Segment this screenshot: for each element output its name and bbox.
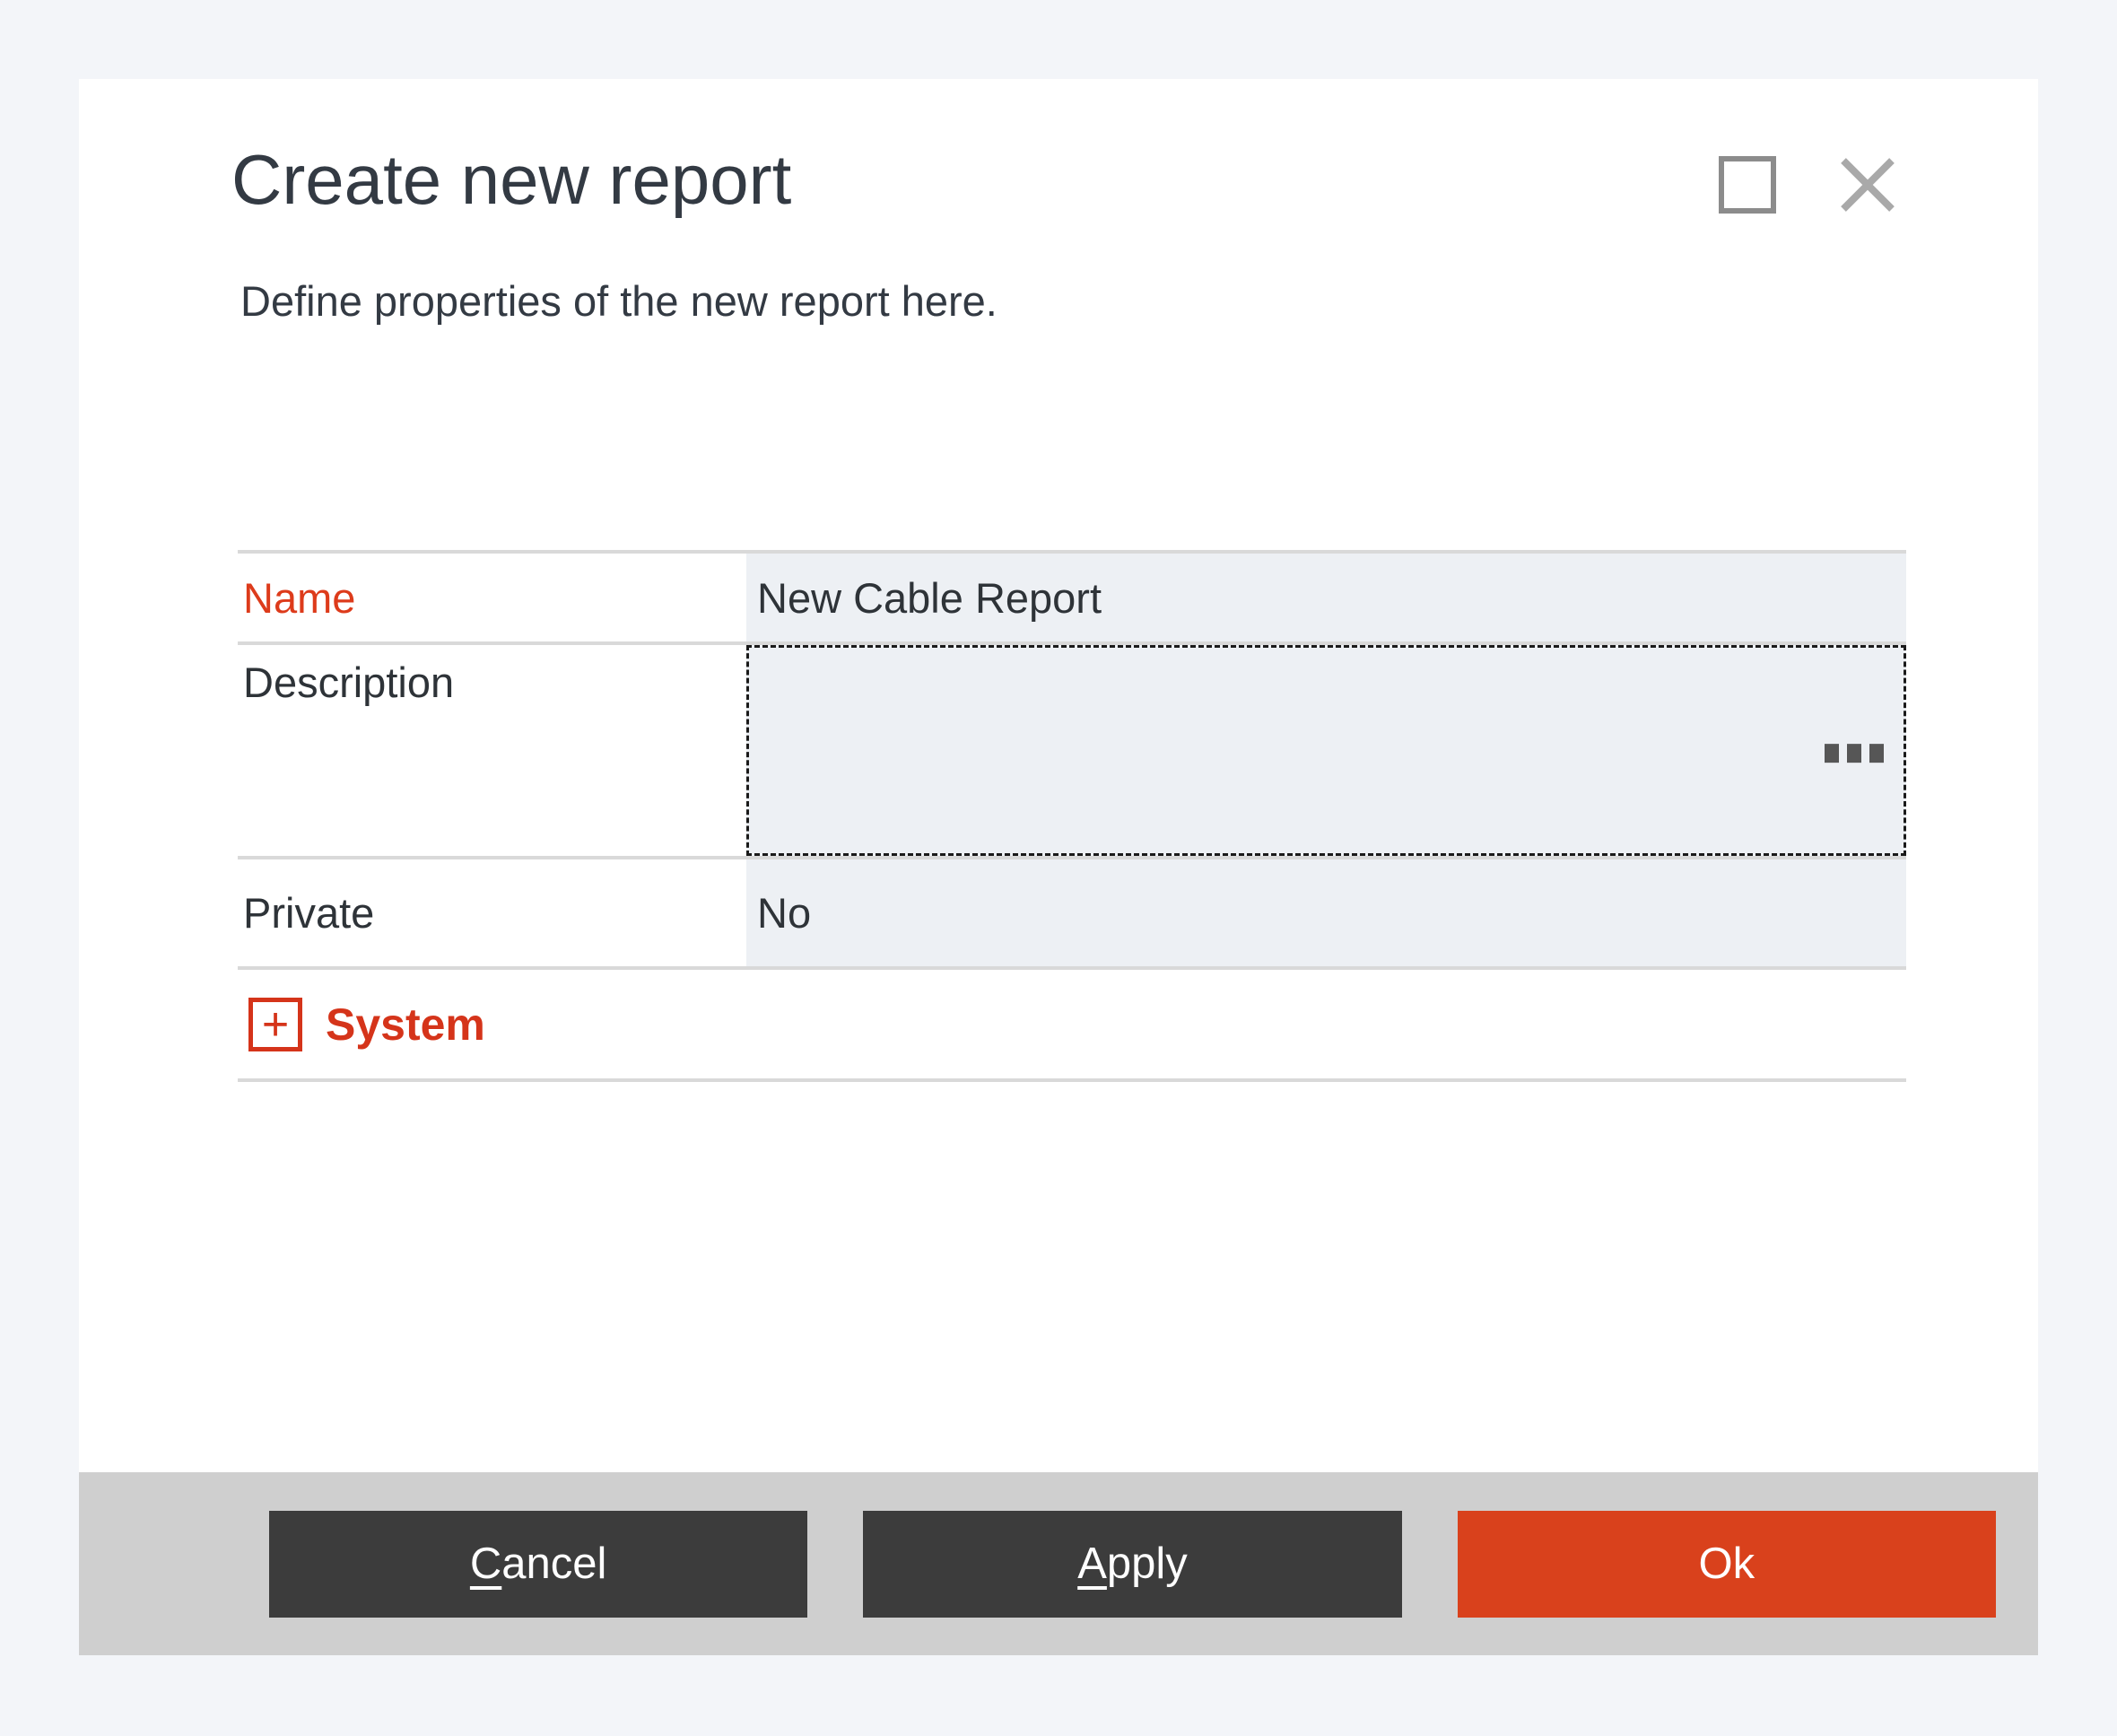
- cancel-label-rest: ancel: [501, 1539, 606, 1589]
- description-ellipsis-button[interactable]: [1819, 738, 1889, 768]
- category-row-system: + System: [238, 966, 1906, 1082]
- ellipsis-icon: [1825, 744, 1839, 763]
- maximize-button[interactable]: [1712, 149, 1783, 221]
- ellipsis-icon: [1847, 744, 1861, 763]
- ok-button[interactable]: Ok: [1458, 1511, 1996, 1618]
- ok-label: Ok: [1699, 1539, 1755, 1589]
- property-row-description: Description: [238, 641, 1906, 856]
- dialog-subtitle: Define properties of the new report here…: [240, 276, 998, 326]
- dialog-title: Create new report: [231, 140, 791, 221]
- system-expander-button[interactable]: +: [248, 998, 302, 1051]
- apply-access-key: A: [1077, 1539, 1107, 1589]
- window-controls: [1712, 147, 1905, 222]
- apply-button[interactable]: Apply: [863, 1511, 1401, 1618]
- property-row-private: Private No: [238, 856, 1906, 966]
- property-grid: Name New Cable Report Description Privat…: [238, 550, 1906, 1082]
- description-value-field[interactable]: [746, 645, 1906, 856]
- private-label: Private: [238, 859, 746, 966]
- maximize-icon: [1719, 156, 1776, 214]
- create-new-report-dialog: Create new report Define properties of t…: [79, 79, 2038, 1655]
- close-icon: [1838, 155, 1897, 214]
- desktop-background: { "dialog": { "title": "Create new repor…: [0, 0, 2117, 1736]
- apply-label-rest: pply: [1107, 1539, 1188, 1589]
- plus-icon: +: [262, 1001, 289, 1048]
- description-label: Description: [238, 645, 746, 856]
- name-label: Name: [238, 554, 746, 641]
- system-category-label[interactable]: System: [326, 999, 485, 1051]
- dialog-footer: Cancel Apply Ok: [79, 1472, 2038, 1655]
- close-button[interactable]: [1830, 147, 1905, 222]
- ellipsis-icon: [1869, 744, 1884, 763]
- cancel-button[interactable]: Cancel: [269, 1511, 807, 1618]
- private-value-field[interactable]: No: [746, 859, 1906, 966]
- cancel-access-key: C: [470, 1539, 501, 1589]
- name-value-field[interactable]: New Cable Report: [746, 554, 1906, 641]
- property-row-name: Name New Cable Report: [238, 550, 1906, 641]
